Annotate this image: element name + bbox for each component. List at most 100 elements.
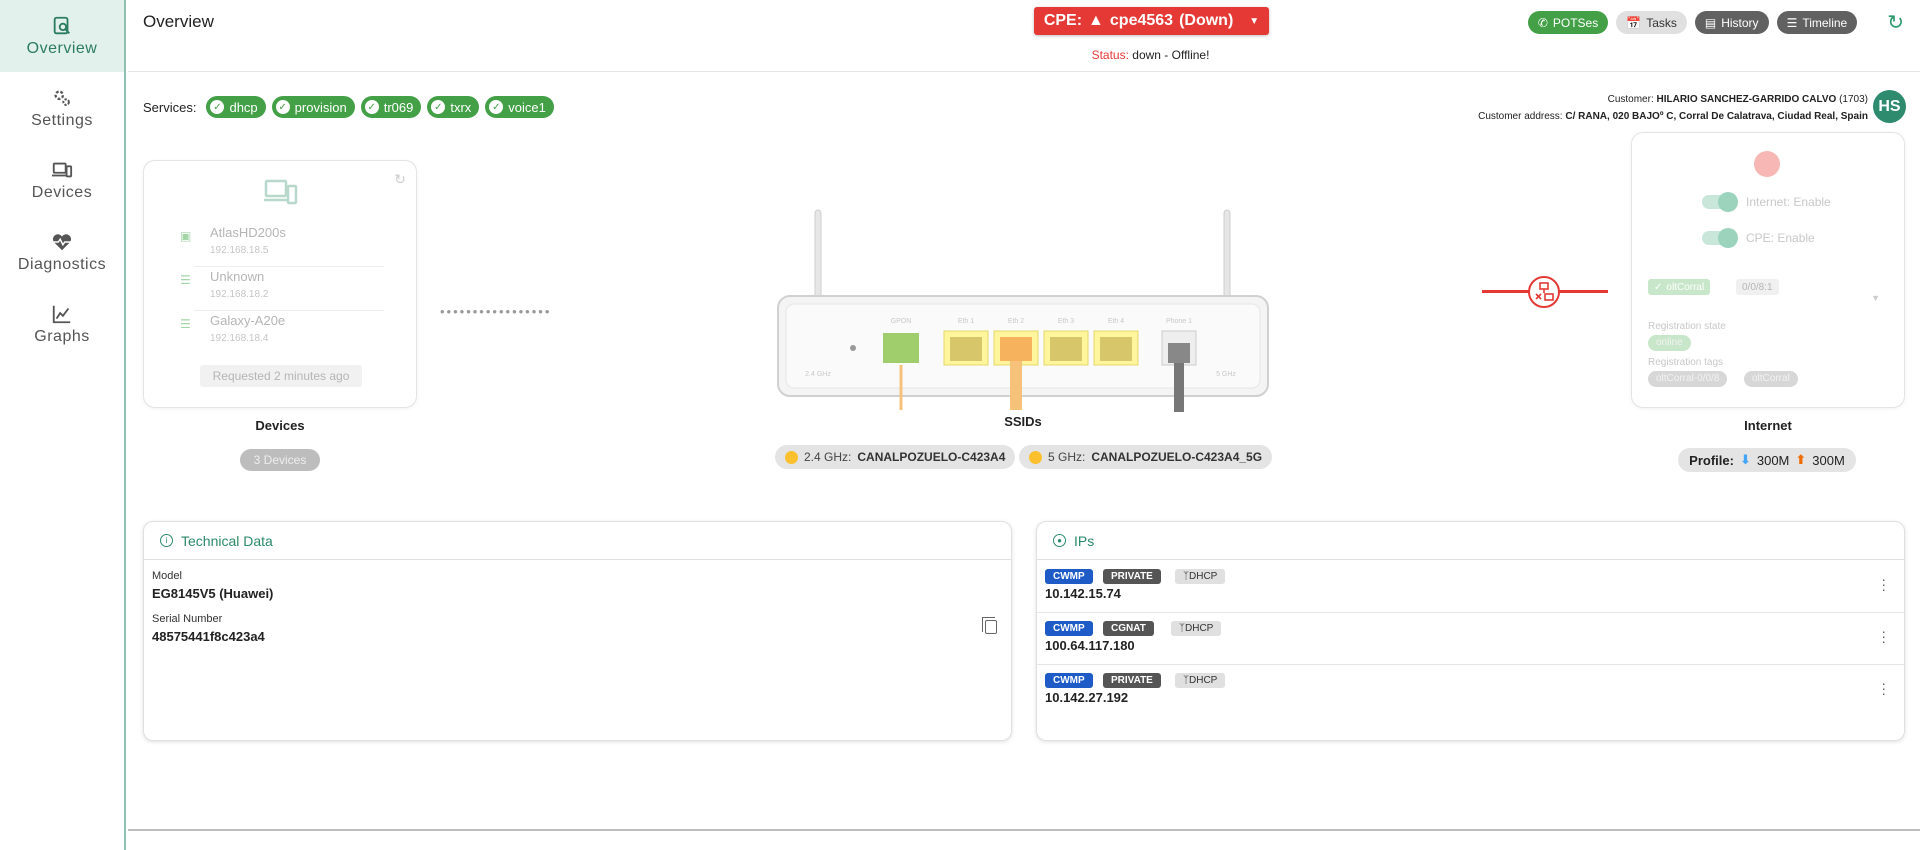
graph-icon <box>52 305 71 323</box>
device-ip: 192.168.18.5 <box>210 245 269 256</box>
network-disconnected-icon <box>1528 276 1560 308</box>
history-button[interactable]: ▤ History <box>1694 11 1769 34</box>
technical-data-header: i Technical Data <box>144 522 1011 560</box>
model-label: Model <box>152 570 182 582</box>
cpe-selector-button[interactable]: CPE: ▲ cpe4563 (Down) ▼ <box>1034 7 1269 35</box>
device-name: Unknown <box>210 269 265 284</box>
calendar-check-icon: 📅 <box>1626 15 1642 30</box>
ssids-title: SSIDs <box>1004 414 1042 429</box>
status-value: down - Offline! <box>1132 48 1210 62</box>
model-value: EG8145V5 (Huawei) <box>152 586 274 601</box>
devices-title: Devices <box>255 418 305 433</box>
dhcp-label: DHCP <box>1185 623 1214 634</box>
customer-id: (1703) <box>1839 94 1868 105</box>
customer-info: Customer: HILARIO SANCHEZ-GARRIDO CALVO … <box>1478 91 1868 125</box>
ssid-band: 5 GHz: <box>1048 450 1086 464</box>
chevron-down-icon[interactable]: ▼ <box>1871 293 1880 303</box>
port-label: Phone 1 <box>1166 318 1192 325</box>
internet-toggle[interactable] <box>1702 192 1738 212</box>
history-label: History <box>1721 15 1759 30</box>
devices-count-button[interactable]: 3 Devices <box>240 449 320 471</box>
customer-address-label: Customer address: <box>1478 111 1563 122</box>
customer-address: C/ RANA, 020 BAJOº C, Corral De Calatrav… <box>1565 111 1868 122</box>
cpe-toggle[interactable] <box>1702 228 1738 248</box>
globe-icon: ● <box>1053 534 1066 547</box>
olt-chip: ✓ oltCorral <box>1648 279 1711 295</box>
customer-name: HILARIO SANCHEZ-GARRIDO CALVO <box>1656 94 1837 105</box>
caret-down-icon: ▼ <box>1249 15 1260 27</box>
profile-badge: Profile: ⬇ 300M ⬆ 300M <box>1678 448 1856 472</box>
status-key: Status: <box>1091 48 1129 62</box>
port-label: Eth 3 <box>1058 318 1074 325</box>
sidebar-item-label: Devices <box>31 183 93 201</box>
list-item[interactable]: ☰ Galaxy-A20e 192.168.18.4 <box>180 311 384 355</box>
ips-panel: ● IPs CWMP PRIVATE ᛉDHCP 10.142.15.74 · ·… <box>1036 521 1905 741</box>
sidebar-item-settings[interactable]: Settings <box>0 72 124 144</box>
sidebar-item-overview[interactable]: Overview <box>0 0 124 72</box>
customer-label: Customer: <box>1607 94 1654 105</box>
ssid-status-dot <box>1029 450 1042 464</box>
dhcp-tag: ᛉDHCP <box>1175 673 1226 688</box>
more-vert-icon[interactable]: · · · <box>1881 624 1886 648</box>
service-chip[interactable]: ✓ dhcp <box>206 96 266 118</box>
potses-button[interactable]: ✆ POTSes <box>1527 11 1609 34</box>
list-item[interactable]: ▣ AtlasHD200s 192.168.18.5 <box>180 223 384 267</box>
service-chip[interactable]: ✓ voice1 <box>485 96 554 118</box>
info-icon: i <box>160 534 173 547</box>
list-item[interactable]: ☰ Unknown 192.168.18.2 <box>180 267 384 311</box>
refresh-icon[interactable]: ↻ <box>394 171 406 188</box>
app-root: Overview Settings Devices Diagnostics Gr… <box>0 0 1920 850</box>
gears-icon <box>54 89 70 106</box>
sidebar-item-label: Diagnostics <box>17 255 107 273</box>
cpe-toggle-row[interactable]: CPE: Enable <box>1702 228 1815 248</box>
scope-tag: PRIVATE <box>1103 673 1161 688</box>
check-icon: ✓ <box>364 100 379 114</box>
service-name: voice1 <box>508 99 546 115</box>
technical-data-panel: i Technical Data Model EG8145V5 (Huawei)… <box>143 521 1012 741</box>
devices-icon <box>264 179 298 212</box>
avatar[interactable]: HS <box>1873 90 1906 123</box>
panel-title: IPs <box>1074 532 1095 549</box>
service-chip[interactable]: ✓ provision <box>271 96 355 118</box>
internet-toggle-label: Internet: Enable <box>1746 195 1831 209</box>
reg-tags-label: Registration tags <box>1648 357 1724 368</box>
ssid-chip-24ghz[interactable]: 2.4 GHz: CANALPOZUELO-C423A4 <box>775 445 1016 469</box>
sidebar-item-devices[interactable]: Devices <box>0 144 124 216</box>
serial-label: Serial Number <box>152 613 223 625</box>
more-vert-icon[interactable]: · · · <box>1881 676 1886 700</box>
sidebar-item-diagnostics[interactable]: Diagnostics <box>0 216 124 288</box>
timeline-button[interactable]: ☰ Timeline <box>1776 11 1858 34</box>
sidebar-item-label: Graphs <box>34 327 90 345</box>
sidebar-item-graphs[interactable]: Graphs <box>0 288 124 360</box>
scope-tag: CGNAT <box>1103 621 1154 636</box>
service-chip[interactable]: ✓ tr069 <box>360 96 422 118</box>
olt-port-chip: 0/0/8:1 <box>1736 279 1779 295</box>
connection-dots: ••••••••••••••••• <box>440 304 552 319</box>
service-name: txrx <box>450 99 472 115</box>
antenna-label: 5 GHz <box>1216 371 1236 378</box>
check-icon: ✓ <box>431 100 446 114</box>
cwmp-tag: CWMP <box>1045 621 1093 636</box>
ssid-name: CANALPOZUELO-C423A4_5G <box>1091 450 1263 464</box>
internet-toggle-row[interactable]: Internet: Enable <box>1702 192 1831 212</box>
tasks-button[interactable]: 📅 Tasks <box>1616 11 1687 34</box>
globe-icon <box>1754 151 1780 177</box>
download-icon: ⬇ <box>1739 452 1751 467</box>
check-icon: ✓ <box>489 100 504 114</box>
cpe-toggle-label: CPE: Enable <box>1746 231 1815 245</box>
table-row: CWMP CGNAT ᛉDHCP 100.64.117.180 · · · <box>1037 613 1904 665</box>
top-bar: Overview CPE: ▲ cpe4563 (Down) ▼ Status:… <box>128 0 1920 72</box>
table-row: CWMP PRIVATE ᛉDHCP 10.142.27.192 · · · <box>1037 665 1904 717</box>
refresh-icon[interactable]: ↻ <box>1887 10 1904 35</box>
devices-icon <box>51 162 73 177</box>
services-label: Services: <box>143 99 197 115</box>
service-name: provision <box>294 99 347 115</box>
port-label: GPON <box>891 318 912 325</box>
copy-icon[interactable] <box>982 617 997 634</box>
ssid-chip-5ghz[interactable]: 5 GHz: CANALPOZUELO-C423A4_5G <box>1019 445 1273 469</box>
overview-icon <box>53 16 70 34</box>
reg-tag-chip: oltCorral <box>1744 371 1798 387</box>
service-chip[interactable]: ✓ txrx <box>427 96 480 118</box>
internet-card: Internet: Enable CPE: Enable ✓ oltCorral… <box>1631 132 1905 408</box>
more-vert-icon[interactable]: · · · <box>1881 572 1886 596</box>
